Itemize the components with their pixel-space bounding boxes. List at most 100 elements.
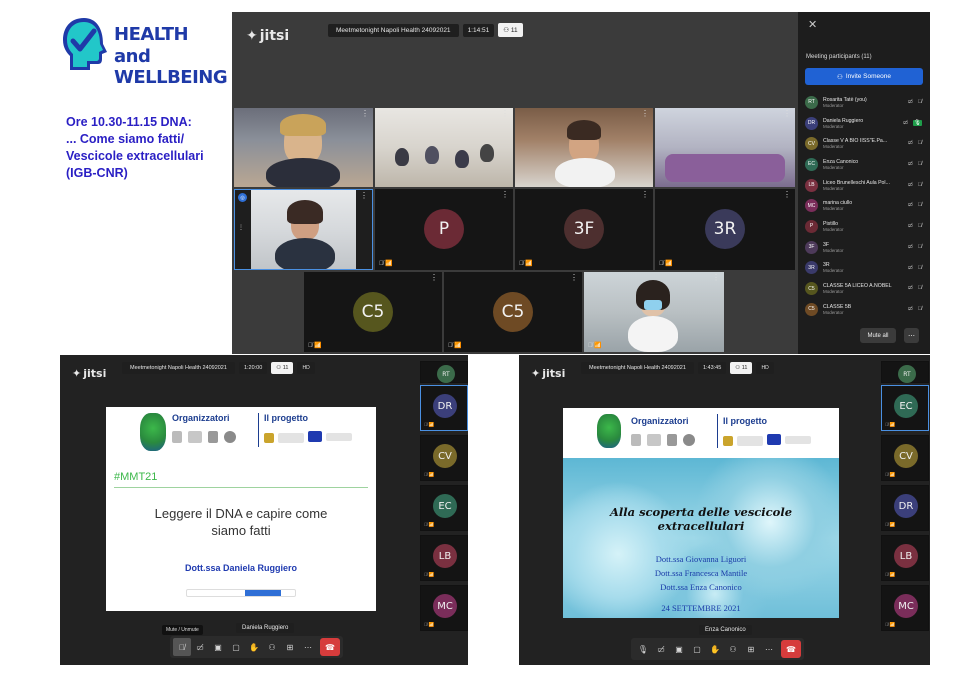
more-options-button[interactable]: ⋯ <box>904 328 919 343</box>
tile-menu-icon[interactable]: ⋮ <box>360 192 368 200</box>
filmstrip-thumbnail[interactable]: MC 🎙̸ 📶 <box>881 585 929 631</box>
avatar: LB <box>433 544 457 568</box>
participant-status-icons: ▭̸ 🎙̸ <box>908 285 922 291</box>
filmstrip-thumbnail[interactable]: RT <box>881 361 929 383</box>
filmstrip-thumbnail[interactable]: EC 🎙̸ 📶 <box>420 485 468 531</box>
avatar: CV <box>894 444 918 468</box>
filmstrip-thumbnail[interactable]: LB 🎙̸ 📶 <box>881 535 929 581</box>
participant-status-icons: ▭̸ 🎙̸ <box>908 161 922 167</box>
logo-line-2: and WELLBEING <box>114 46 228 88</box>
filmstrip-thumbnail[interactable]: CV 🎙̸ 📶 <box>881 435 929 481</box>
tile-menu-icon[interactable]: ⋮ <box>712 274 720 282</box>
close-icon[interactable]: ✕ <box>808 18 817 31</box>
participant-status-icons: ▭̸ 🎙̸ <box>908 306 922 312</box>
screen-share-icon[interactable]: ▣ <box>670 640 688 658</box>
eu-flag-icon <box>767 434 781 445</box>
microphone-icon[interactable]: 🎙 <box>634 640 652 658</box>
tile-menu-icon[interactable]: ⋮ <box>641 191 649 199</box>
participant-status-icons: ▭̸ 🎙̸ <box>908 244 922 250</box>
mute-all-button[interactable]: Mute all <box>860 328 896 343</box>
muted-mic-icon: 🎙̸ <box>917 140 922 147</box>
tile-menu-icon[interactable]: ⋮ <box>501 110 509 118</box>
hangup-icon[interactable]: ☎ <box>320 638 340 656</box>
video-tile-rosarita[interactable]: ⋮ <box>234 108 373 187</box>
filmstrip-thumbnail[interactable]: DR 🎙̸ 📶 <box>881 485 929 531</box>
avatar: C5 <box>805 302 818 316</box>
tile-menu-icon[interactable]: ⋮ <box>641 110 649 118</box>
add-user-icon: ⚇ <box>837 73 843 81</box>
tile-menu-icon[interactable]: ⋮ <box>430 274 438 282</box>
tile-view-icon[interactable]: ⊞ <box>742 640 760 658</box>
participants-icon[interactable]: ⚇ <box>263 638 281 656</box>
participant-row[interactable]: LB Liceo Brunelleschi Aula Pol... Moderato… <box>798 175 930 196</box>
filmstrip-thumbnail[interactable]: LB 🎙̸ 📶 <box>420 535 468 581</box>
video-tile-3f[interactable]: 3F ⋮ 🎙̸ 📶 <box>515 189 653 270</box>
filmstrip-thumbnail[interactable]: MC 🎙̸ 📶 <box>420 585 468 631</box>
participant-row[interactable]: C5 CLASSE 5A LICEO A.NOBEL Moderator ▭̸ 🎙̸ <box>798 278 930 299</box>
video-tile-c5a[interactable]: C5 ⋮ 🎙̸ 📶 <box>304 272 442 352</box>
participant-row[interactable]: MC marina ciullo Moderator ▭̸ 🎙̸ <box>798 195 930 216</box>
drag-handle-icon[interactable]: ⋮ <box>238 224 244 231</box>
muted-mic-icon: 🎙̸ 📶 <box>519 261 533 267</box>
video-tile-c5b[interactable]: C5 ⋮ 🎙̸ 📶 <box>444 272 582 352</box>
slide-project-label: Il progetto <box>264 413 308 423</box>
tile-menu-icon[interactable]: ⋮ <box>783 191 791 199</box>
tile-menu-icon[interactable]: ⋮ <box>501 191 509 199</box>
tile-menu-icon[interactable]: ⋮ <box>570 274 578 282</box>
slide-title: Alla scoperta delle vescicole extracellul… <box>609 505 793 533</box>
tile-menu-icon[interactable]: ⋮ <box>361 110 369 118</box>
participants-icon[interactable]: ⚇ <box>724 640 742 658</box>
avatar: EC <box>433 494 457 518</box>
muted-mic-icon: 🎙̸ 📶 <box>424 522 435 527</box>
participant-row[interactable]: P Pistillo Moderator ▭̸ 🎙̸ <box>798 216 930 237</box>
filmstrip-thumbnail[interactable]: CV 🎙̸ 📶 <box>420 435 468 481</box>
participant-row[interactable]: EC Enza Canonico Moderator ▭̸ 🎙̸ <box>798 154 930 175</box>
invite-someone-button[interactable]: ⚇ Invite Someone <box>805 68 923 85</box>
more-icon[interactable]: ⋯ <box>760 640 778 658</box>
screen-share-icon[interactable]: ▣ <box>209 638 227 656</box>
video-tile-library[interactable]: ⋮ <box>515 108 653 187</box>
muted-mic-icon: 🎙̸ 📶 <box>885 522 896 527</box>
avatar: C5 <box>805 282 818 296</box>
participant-row[interactable]: DR Daniela Ruggiero Moderator ▭̸ 🎙 <box>798 113 930 134</box>
filmstrip-thumbnail[interactable]: DR 🎙̸ 📶 <box>420 385 468 431</box>
raise-hand-icon[interactable]: ✋ <box>245 638 263 656</box>
video-tile-classroom-2[interactable]: ⋮ <box>655 108 795 187</box>
more-icon[interactable]: ⋯ <box>299 638 317 656</box>
microphone-icon[interactable]: 🎙̸ <box>173 638 191 656</box>
participant-role: Moderator <box>823 102 844 108</box>
participant-row[interactable]: CV Classe V A BIO IISS"E.Pa... Moderator ▭̸… <box>798 133 930 154</box>
video-tile-pistillo[interactable]: P ⋮ 🎙̸ 📶 <box>375 189 513 270</box>
muted-mic-icon: 🎙̸ 📶 <box>885 572 896 577</box>
tile-menu-icon[interactable]: ⋮ <box>783 110 791 118</box>
chat-icon[interactable]: ▢ <box>688 640 706 658</box>
chat-icon[interactable]: ▢ <box>227 638 245 656</box>
avatar: DR <box>433 394 457 418</box>
meeting-topbar: Meetmetonight Napoli Health 24092021 1:4… <box>581 362 774 374</box>
video-tile-student[interactable]: ⋮ 🎙̸ 📶 <box>584 272 724 352</box>
partner-logo-icon <box>647 434 661 446</box>
camera-icon[interactable]: ▭̸ <box>652 640 670 658</box>
participant-row[interactable]: 3R 3R Moderator ▭̸ 🎙̸ <box>798 258 930 279</box>
participant-count-badge[interactable]: ⚇ 11 <box>271 362 294 374</box>
video-tile-daniela[interactable]: ◎ ⋮ ⋮ <box>234 189 373 270</box>
avatar: EC <box>805 157 818 171</box>
camera-off-icon: ▭̸ <box>907 202 913 209</box>
video-tile-classroom-1[interactable]: ⋮ <box>375 108 513 187</box>
avatar: CV <box>433 444 457 468</box>
avatar: MC <box>433 594 457 618</box>
participant-row[interactable]: RT Rosarita Tatè (you) Moderator ▭̸ 🎙̸ <box>798 92 930 113</box>
camera-icon[interactable]: ▭̸ <box>191 638 209 656</box>
raise-hand-icon[interactable]: ✋ <box>706 640 724 658</box>
tile-view-icon[interactable]: ⊞ <box>281 638 299 656</box>
participant-count-badge[interactable]: ⚇ 11 <box>730 362 753 374</box>
filmstrip-thumbnail[interactable]: RT <box>420 361 468 383</box>
participant-row[interactable]: C5 CLASSE 5B Moderator ▭̸ 🎙̸ <box>798 299 930 320</box>
participant-count-badge[interactable]: ⚇ 11 <box>498 23 523 37</box>
muted-mic-icon: 🎙̸ 📶 <box>885 622 896 627</box>
hangup-icon[interactable]: ☎ <box>781 640 801 658</box>
video-tile-3r[interactable]: 3R ⋮ 🎙̸ 📶 <box>655 189 795 270</box>
filmstrip-thumbnail[interactable]: EC 🎙̸ 📶 <box>881 385 929 431</box>
partner-logo-icon <box>278 433 304 443</box>
participant-row[interactable]: 3F 3F Moderator ▭̸ 🎙̸ <box>798 237 930 258</box>
